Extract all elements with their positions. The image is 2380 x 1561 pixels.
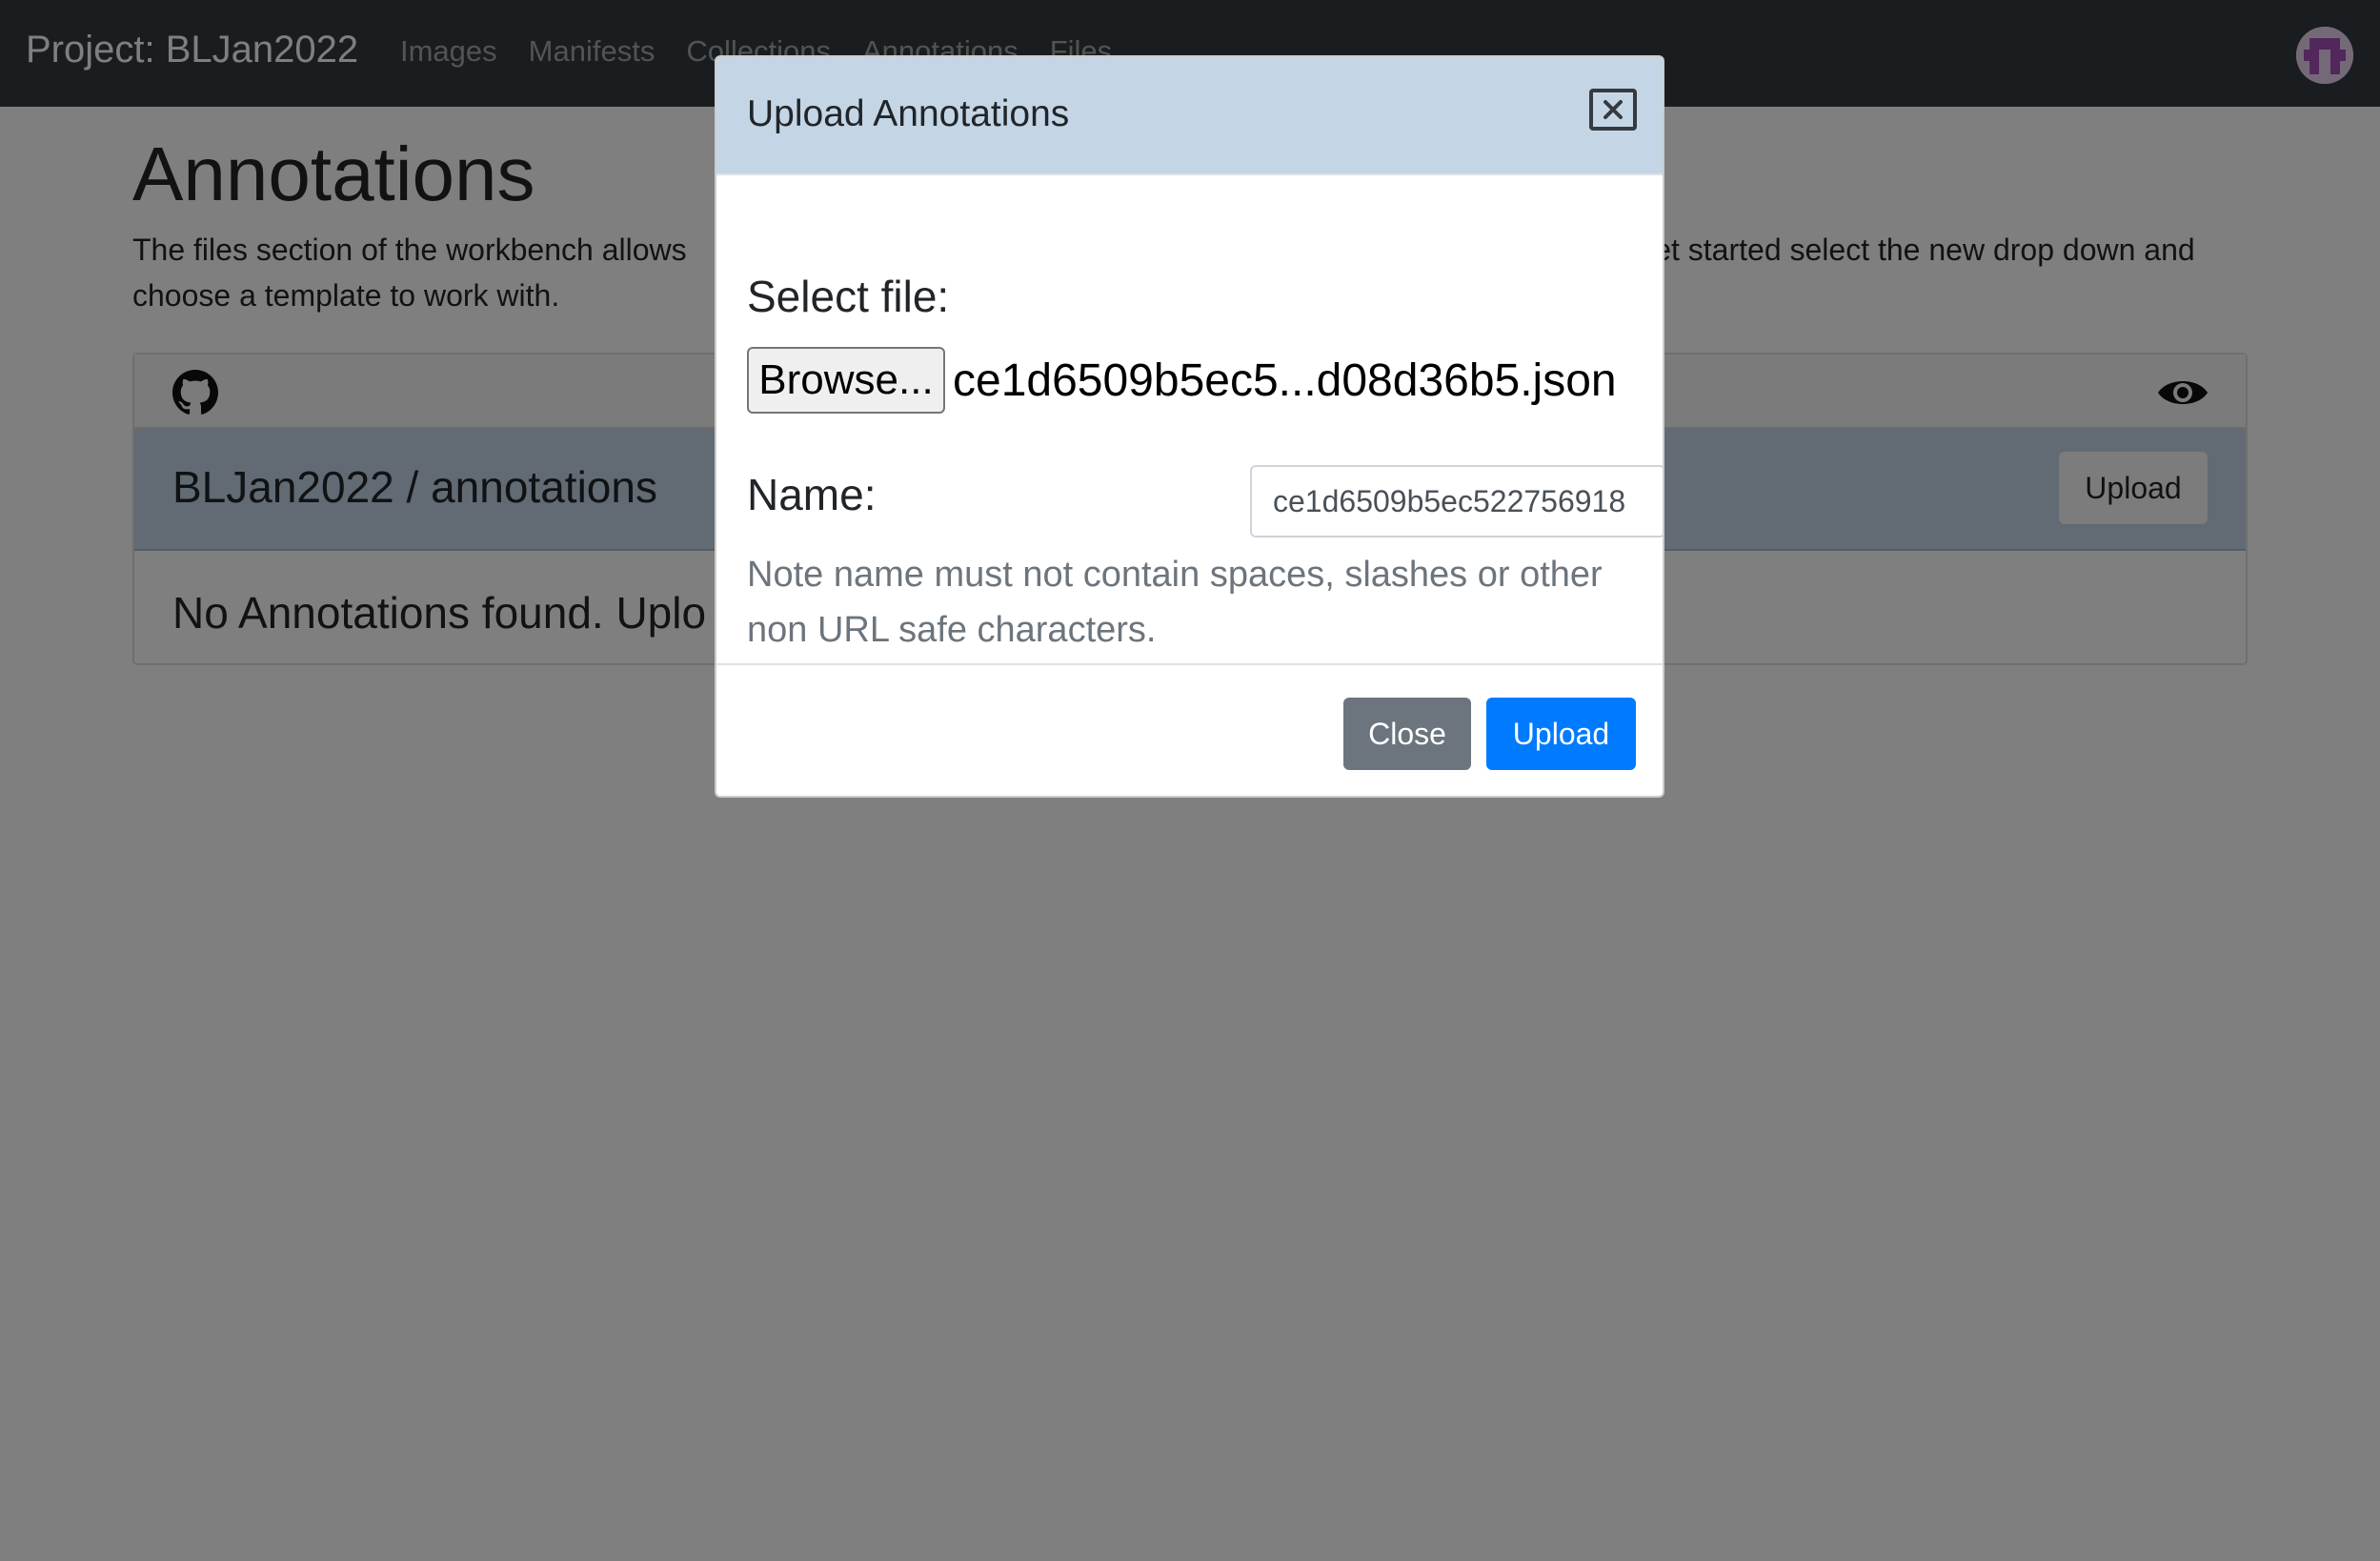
modal-close-button[interactable] [1589,89,1637,131]
name-input[interactable] [1250,465,1663,537]
file-input[interactable]: Browse... ce1d6509b5ec5...d08d36b5.json [747,347,1636,416]
select-file-label: Select file: [747,272,950,321]
modal-title: Upload Annotations [747,93,1070,134]
selected-file-name: ce1d6509b5ec5...d08d36b5.json [953,355,1617,406]
upload-button[interactable]: Upload [1486,698,1636,770]
close-icon [1603,100,1623,119]
modal-header: Upload Annotations [716,57,1663,175]
browse-button[interactable]: Browse... [747,347,945,414]
name-label: Name: [747,470,877,519]
close-button[interactable]: Close [1343,698,1471,770]
name-help-text: Note name must not contain spaces, slash… [747,555,1603,650]
upload-annotations-modal: Upload Annotations Select file: Browse..… [715,55,1664,798]
modal-footer: Close Upload [716,663,1663,796]
